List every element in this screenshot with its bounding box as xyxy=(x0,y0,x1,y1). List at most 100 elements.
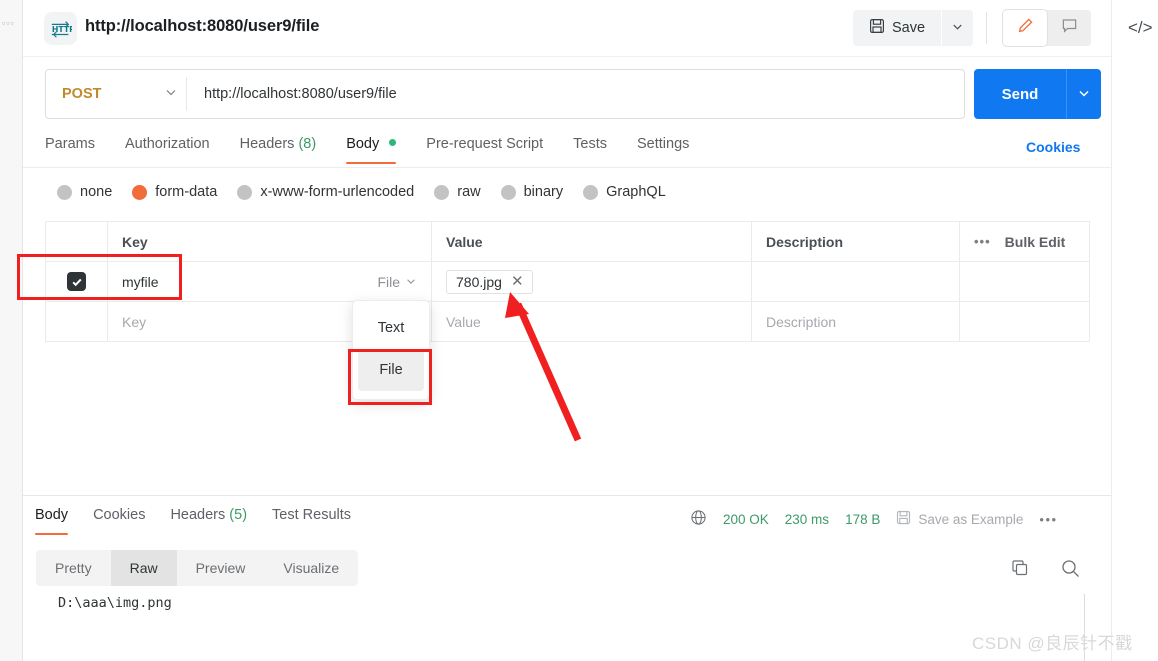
watermark: CSDN @良辰针不戳 xyxy=(972,634,1133,653)
response-more-icon[interactable]: ••• xyxy=(1039,512,1057,527)
response-time: 230 ms xyxy=(784,511,830,527)
globe-icon[interactable] xyxy=(690,509,707,529)
radio-label: form-data xyxy=(155,184,218,200)
radio-dot-icon xyxy=(583,184,599,200)
top-bar: HTTP http://localhost:8080/user9/file Sa… xyxy=(23,0,1111,57)
edit-mode-button[interactable] xyxy=(1003,10,1047,46)
dropdown-option-file[interactable]: File xyxy=(358,349,424,391)
ellipsis-icon[interactable]: ••• xyxy=(974,234,991,249)
tab-body[interactable]: Body xyxy=(346,136,397,164)
row-description-cell[interactable] xyxy=(752,262,960,301)
comment-mode-button[interactable] xyxy=(1047,10,1091,46)
cookies-link[interactable]: Cookies xyxy=(1026,139,1080,155)
format-tab-visualize[interactable]: Visualize xyxy=(264,550,358,586)
tab-label: Body xyxy=(35,507,69,523)
response-tab-test-results[interactable]: Test Results xyxy=(272,507,351,535)
url-input-group: POST http://localhost:8080/user9/file xyxy=(45,69,965,119)
pencil-icon xyxy=(1017,17,1034,39)
radio-form-data[interactable]: form-data xyxy=(132,184,217,200)
radio-label: binary xyxy=(523,184,564,200)
response-tab-cookies[interactable]: Cookies xyxy=(93,507,145,535)
body-type-radio-group: none form-data x-www-form-urlencoded raw… xyxy=(57,184,666,200)
radio-dot-icon xyxy=(57,184,72,200)
row-checkbox-checked[interactable] xyxy=(67,272,86,291)
tab-label: Headers xyxy=(239,136,295,152)
send-options-caret[interactable] xyxy=(1066,69,1101,119)
radio-none[interactable]: none xyxy=(57,184,112,200)
row-description-cell[interactable]: Description xyxy=(752,302,960,341)
tab-label: Tests xyxy=(573,136,607,152)
url-input[interactable]: http://localhost:8080/user9/file xyxy=(187,86,964,102)
save-options-caret[interactable] xyxy=(942,10,973,46)
response-tab-body[interactable]: Body xyxy=(35,507,69,535)
method-dropdown-caret[interactable] xyxy=(156,85,186,104)
selected-file-chip: 780.jpg ✕ xyxy=(446,269,533,294)
radio-dot-icon xyxy=(237,184,253,200)
close-icon[interactable]: ✕ xyxy=(511,274,524,289)
request-tabs: Params Authorization Headers (8) Body Pr… xyxy=(45,136,689,164)
tab-label: Authorization xyxy=(124,136,210,152)
search-icon[interactable] xyxy=(1060,558,1081,584)
postman-window: ▫▫▫ </> HTTP http://localhost:8080/user9… xyxy=(0,0,1158,661)
row-description-placeholder: Description xyxy=(766,313,837,330)
bulk-edit-button[interactable]: Bulk Edit xyxy=(1005,234,1066,250)
radio-graphql[interactable]: GraphQL xyxy=(583,184,666,200)
radio-label: GraphQL xyxy=(606,184,666,200)
rail-dots-icon: ▫▫▫ xyxy=(2,18,15,28)
tabs-underline xyxy=(23,167,1111,168)
table-header-row: Key Value Description ••• Bulk Edit xyxy=(46,222,1089,262)
radio-raw[interactable]: raw xyxy=(434,184,481,200)
format-tab-raw[interactable]: Raw xyxy=(110,550,177,586)
svg-text:HTTP: HTTP xyxy=(51,24,71,33)
tab-tests[interactable]: Tests xyxy=(573,136,607,164)
row-key-cell[interactable]: myfile File xyxy=(108,262,432,301)
radio-x-www-form-urlencoded[interactable]: x-www-form-urlencoded xyxy=(237,184,414,200)
response-tab-headers[interactable]: Headers (5) xyxy=(170,507,247,535)
request-response-divider xyxy=(23,495,1111,496)
tab-label: Params xyxy=(45,136,95,152)
tab-label: Test Results xyxy=(272,507,352,523)
row-type-dropdown[interactable]: File xyxy=(377,274,417,290)
header-description: Description xyxy=(752,222,960,261)
chevron-down-icon xyxy=(164,85,178,104)
radio-label: raw xyxy=(457,184,481,200)
toolbar-divider xyxy=(986,12,987,44)
header-actions: ••• Bulk Edit xyxy=(960,222,1089,261)
floppy-disk-icon xyxy=(869,18,885,38)
row-checkbox-cell xyxy=(46,262,108,301)
response-meta: 200 OK 230 ms 178 B Save as Example ••• xyxy=(690,509,1058,529)
code-snippet-icon[interactable]: </> xyxy=(1128,18,1153,38)
tab-params[interactable]: Params xyxy=(45,136,95,164)
tab-pre-request-script[interactable]: Pre-request Script xyxy=(426,136,543,164)
copy-icon[interactable] xyxy=(1010,558,1030,583)
row-actions-cell xyxy=(960,262,1089,301)
body-modified-dot-icon xyxy=(389,139,397,146)
http-protocol-icon: HTTP xyxy=(44,12,77,45)
tab-headers[interactable]: Headers (8) xyxy=(240,136,317,164)
tab-label: Pre-request Script xyxy=(426,136,544,152)
tab-label: Settings xyxy=(636,136,690,152)
url-row: POST http://localhost:8080/user9/file Se… xyxy=(45,69,1101,119)
response-status: 200 OK xyxy=(723,511,769,527)
format-tab-pretty[interactable]: Pretty xyxy=(36,550,111,586)
radio-label: x-www-form-urlencoded xyxy=(260,184,415,200)
send-button[interactable]: Send xyxy=(974,69,1066,119)
row-value-placeholder: Value xyxy=(446,313,481,330)
format-tab-preview[interactable]: Preview xyxy=(177,550,265,586)
http-method-label[interactable]: POST xyxy=(46,86,156,102)
save-as-example-button[interactable]: Save as Example xyxy=(896,510,1023,528)
view-toggle-group xyxy=(1003,10,1091,46)
dropdown-option-text[interactable]: Text xyxy=(358,307,424,349)
save-as-example-label: Save as Example xyxy=(918,511,1024,527)
row-value-cell[interactable]: Value xyxy=(432,302,752,341)
left-rail: ▫▫▫ xyxy=(0,0,23,661)
tab-settings[interactable]: Settings xyxy=(637,136,689,164)
row-value-cell[interactable]: 780.jpg ✕ xyxy=(432,262,752,301)
save-button[interactable]: Save xyxy=(853,10,941,46)
tab-authorization[interactable]: Authorization xyxy=(125,136,210,164)
row-actions-cell xyxy=(960,302,1089,341)
tab-label: Body xyxy=(346,136,380,152)
radio-binary[interactable]: binary xyxy=(500,184,564,200)
tab-headers-count: (8) xyxy=(298,136,317,152)
response-headers-count: (5) xyxy=(229,507,248,523)
